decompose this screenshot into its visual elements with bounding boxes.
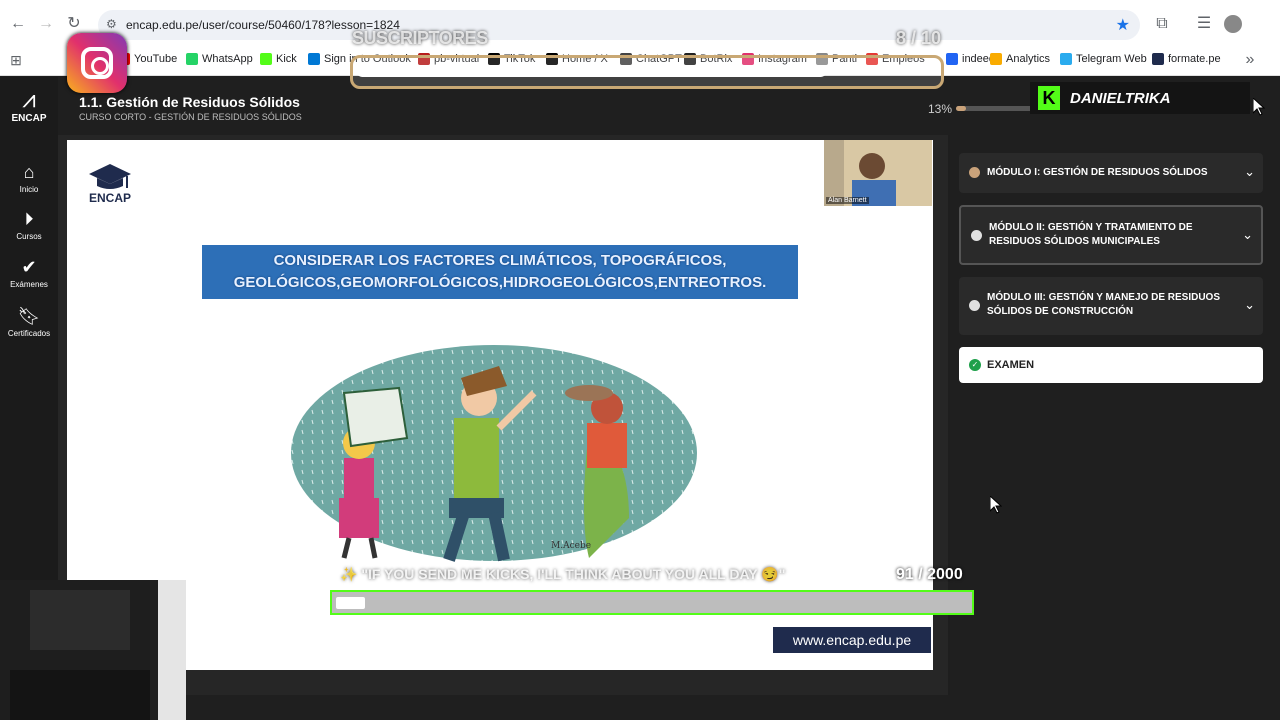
presenter-name: Alan Barnett <box>826 197 869 204</box>
bookmark-item[interactable]: indeed <box>946 53 995 65</box>
sidebar-item-inicio[interactable]: ⌂ Inicio <box>0 161 58 194</box>
page-title: 1.1. Gestión de Residuos Sólidos <box>79 94 300 110</box>
bookmark-favicon-icon <box>260 53 272 65</box>
bottom-bar <box>0 695 1280 720</box>
play-circle-icon: ⏵ <box>24 209 34 229</box>
bookmark-item[interactable]: Analytics <box>990 53 1050 65</box>
slide-logo-text: ENCAP <box>89 191 132 205</box>
reload-icon[interactable]: ↻ <box>64 14 84 34</box>
subs-goal-bar <box>350 55 944 89</box>
sidebar-item-examenes[interactable]: ✔ Exámenes <box>0 256 58 289</box>
progress-bar <box>956 106 1036 111</box>
address-bar[interactable]: ⚙ encap.edu.pe/user/course/50460/178?les… <box>98 10 1140 40</box>
check-circle-icon: ✓ <box>969 359 981 371</box>
forward-arrow-icon[interactable]: → <box>36 14 56 34</box>
bookmark-favicon-icon <box>946 53 958 65</box>
bookmark-item[interactable]: Telegram Web <box>1060 53 1147 65</box>
chevron-down-icon[interactable]: ⌄ <box>1242 227 1253 243</box>
module-title: MÓDULO I: GESTIÓN DE RESIDUOS SÓLIDOS <box>987 167 1208 178</box>
mouse-cursor-icon <box>1253 98 1265 116</box>
bookmark-label: formate.pe <box>1168 53 1221 65</box>
sidebar-item-cursos[interactable]: ⏵ Cursos <box>0 208 58 241</box>
module-title: MÓDULO II: GESTIÓN Y TRATAMIENTO DE RESI… <box>989 222 1193 247</box>
star-icon[interactable]: ★ <box>1116 15 1130 35</box>
progress-fill <box>956 106 967 111</box>
bookmark-favicon-icon <box>1152 53 1164 65</box>
sidebar-item-label: Inicio <box>19 185 39 194</box>
sidebar-item-certificados[interactable]: 🔖︎ Certificados <box>0 305 58 338</box>
bookmark-label: YouTube <box>134 53 178 65</box>
banner-line-1: CONSIDERAR LOS FACTORES CLIMÁTICOS, TOPO… <box>273 252 727 269</box>
subs-goal-label: SUSCRIPTORES <box>352 28 488 48</box>
profile-avatar[interactable] <box>1224 15 1242 33</box>
bookmark-icon: 🔖︎ <box>17 306 41 326</box>
bookmark-item[interactable]: WhatsApp <box>186 53 253 65</box>
back-arrow-icon[interactable]: ← <box>8 14 28 34</box>
kick-username-tag: K DANIELTRIKA <box>1030 82 1250 114</box>
sidebar-item-label: Exámenes <box>10 280 48 289</box>
kick-logo-icon: K <box>1038 86 1060 110</box>
module-status-dot <box>971 230 982 241</box>
reading-list-icon[interactable]: ☰ <box>1194 14 1214 34</box>
kick-goal-text: ✨ "IF YOU SEND ME KICKS, I'LL THINK ABOU… <box>340 566 786 582</box>
subs-goal-fill <box>357 67 826 77</box>
illustration-signature: M.Acebe <box>551 541 591 551</box>
exam-item[interactable]: ✓ EXAMEN <box>959 347 1263 383</box>
kick-username: DANIELTRIKA <box>1070 90 1171 107</box>
chevron-down-icon[interactable]: ⌄ <box>1244 297 1255 313</box>
chevron-down-icon[interactable]: ⌄ <box>1244 164 1255 180</box>
bookmark-item[interactable]: Kick <box>260 53 297 65</box>
bookmark-item[interactable]: formate.pe <box>1152 53 1221 65</box>
sidebar-item-label: Cursos <box>16 232 42 241</box>
presenter-webcam: Alan Barnett <box>824 140 932 206</box>
check-icon: ✔ <box>21 257 37 277</box>
module-list: MÓDULO I: GESTIÓN DE RESIDUOS SÓLIDOS ⌄ … <box>950 135 1280 695</box>
extensions-icon[interactable]: ⧉ <box>1152 14 1172 34</box>
kick-goal-bar <box>330 590 974 615</box>
encap-logo-icon: ⩘ <box>22 86 36 113</box>
site-info-icon[interactable]: ⚙ <box>106 17 117 31</box>
module-item-2[interactable]: MÓDULO II: GESTIÓN Y TRATAMIENTO DE RESI… <box>959 205 1263 265</box>
module-status-dot <box>969 300 980 311</box>
streamer-webcam <box>0 580 186 720</box>
apps-grid-icon[interactable]: ⊞ <box>6 50 26 70</box>
browser-toolbar: ← → ↻ ⚙ encap.edu.pe/user/course/50460/1… <box>0 0 1280 48</box>
module-title: MÓDULO III: GESTIÓN Y MANEJO DE RESIDUOS… <box>987 292 1220 317</box>
module-status-dot <box>969 167 980 178</box>
module-item-1[interactable]: MÓDULO I: GESTIÓN DE RESIDUOS SÓLIDOS ⌄ <box>959 153 1263 193</box>
kick-goal-fill <box>336 597 365 609</box>
bookmark-label: Telegram Web <box>1076 53 1147 65</box>
brand-label: ENCAP <box>11 113 47 124</box>
course-subtitle: CURSO CORTO - GESTIÓN DE RESIDUOS SÓLIDO… <box>79 112 302 122</box>
sidebar-item-label: Certificados <box>7 329 51 338</box>
bookmark-label: Kick <box>276 53 297 65</box>
subs-goal-count: 8 / 10 <box>896 28 942 48</box>
mouse-cursor-icon <box>990 496 1002 514</box>
bookmark-favicon-icon <box>308 53 320 65</box>
slide-banner: CONSIDERAR LOS FACTORES CLIMÁTICOS, TOPO… <box>202 245 798 299</box>
bookmark-favicon-icon <box>186 53 198 65</box>
exam-label: EXAMEN <box>987 359 1035 371</box>
more-bookmarks-icon[interactable]: » <box>1240 50 1260 70</box>
progress-label: 13% <box>928 102 953 116</box>
rain-illustration: M.Acebe <box>291 345 697 562</box>
encap-brand[interactable]: ⩘ ENCAP <box>0 86 58 125</box>
slide-footer-url: www.encap.edu.pe <box>773 627 931 653</box>
bookmark-label: Analytics <box>1006 53 1051 65</box>
streamer-room <box>0 580 186 720</box>
instagram-icon <box>67 33 127 93</box>
banner-line-2: GEOLÓGICOS,GEOMORFOLÓGICOS,HIDROGEOLÓGIC… <box>233 274 767 291</box>
bookmark-favicon-icon <box>1060 53 1072 65</box>
home-icon: ⌂ <box>23 162 35 182</box>
module-item-3[interactable]: MÓDULO III: GESTIÓN Y MANEJO DE RESIDUOS… <box>959 277 1263 335</box>
bookmark-label: WhatsApp <box>202 53 253 65</box>
bookmark-favicon-icon <box>990 53 1002 65</box>
kick-goal-count: 91 / 2000 <box>896 566 963 583</box>
